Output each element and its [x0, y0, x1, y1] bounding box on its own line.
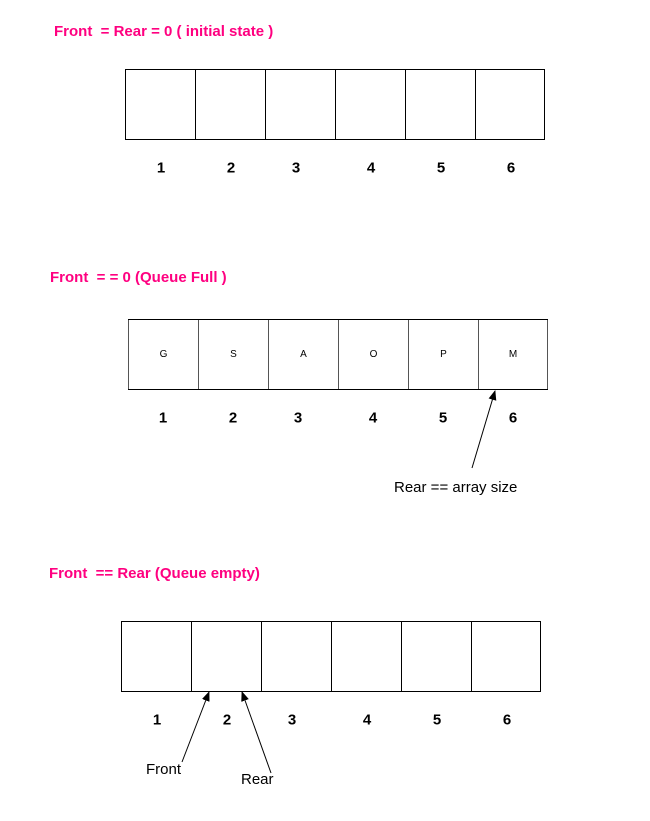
- arrows-layer: [181, 390, 497, 774]
- rear-empty-arrow: [241, 691, 272, 774]
- front-empty-arrow: [181, 691, 210, 763]
- rear-full-arrow: [471, 390, 497, 469]
